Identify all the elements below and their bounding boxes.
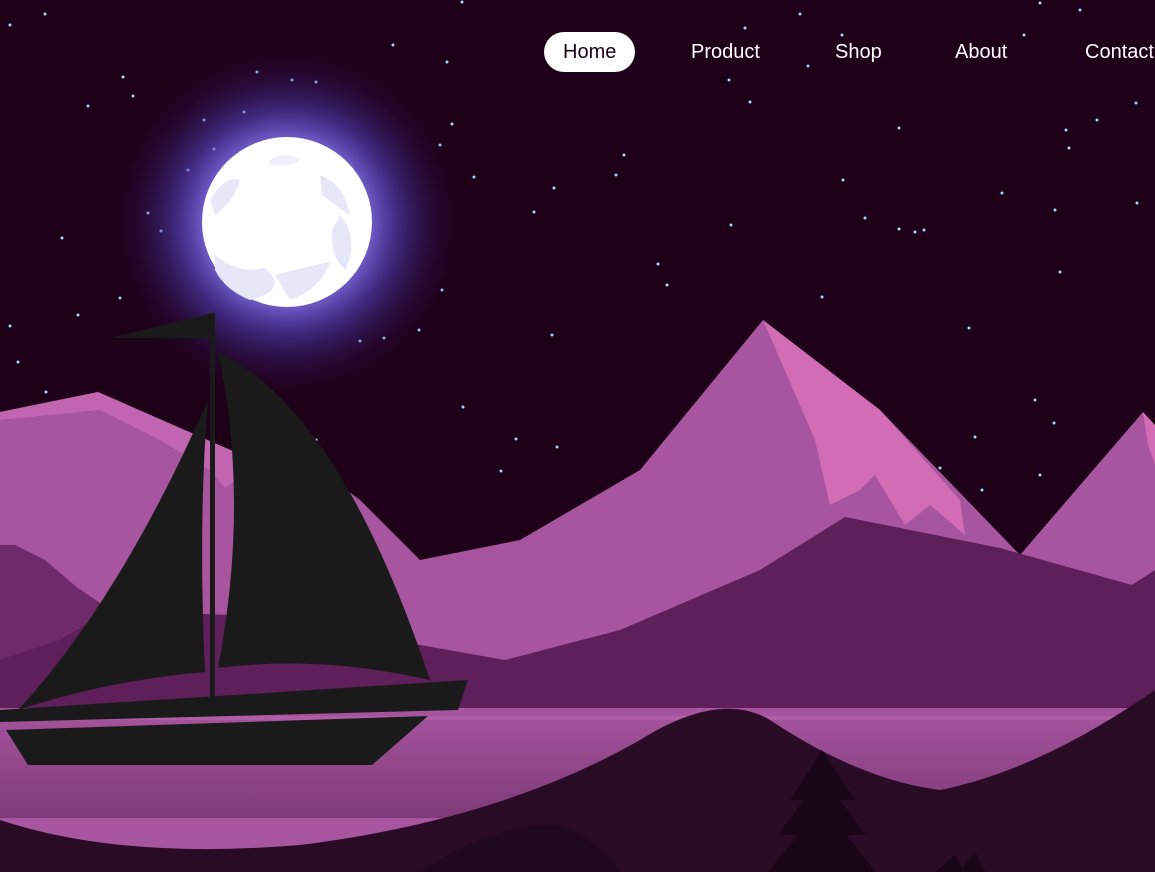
star	[897, 227, 901, 231]
star	[1033, 398, 1037, 402]
moon-icon	[202, 137, 372, 307]
star	[622, 153, 626, 157]
star	[1095, 118, 1099, 122]
star	[973, 435, 977, 439]
star	[897, 126, 901, 130]
star	[820, 295, 824, 299]
nav-product-link[interactable]: Product	[691, 32, 760, 72]
star	[922, 228, 926, 232]
star	[729, 223, 733, 227]
star	[550, 333, 554, 337]
star	[1078, 8, 1082, 12]
star	[44, 390, 48, 394]
star	[86, 104, 90, 108]
nav-shop-link[interactable]: Shop	[835, 32, 882, 72]
star	[1134, 101, 1138, 105]
star	[1000, 191, 1004, 195]
star	[514, 437, 518, 441]
star	[555, 445, 559, 449]
landscape-illustration	[0, 0, 1155, 872]
star	[665, 283, 669, 287]
star	[461, 405, 465, 409]
star	[8, 324, 12, 328]
star	[727, 78, 731, 82]
star	[460, 0, 464, 4]
star	[450, 122, 454, 126]
star	[1064, 128, 1068, 132]
star	[16, 360, 20, 364]
star	[980, 488, 984, 492]
star	[121, 75, 125, 79]
star	[532, 210, 536, 214]
star	[798, 12, 802, 16]
night-landscape-scene: Nature Home Product Shop About Contact	[0, 0, 1155, 872]
star	[1052, 421, 1056, 425]
star	[1053, 208, 1057, 212]
star	[8, 23, 12, 27]
star	[43, 12, 47, 16]
star	[614, 173, 618, 177]
star	[743, 26, 747, 30]
star	[656, 262, 660, 266]
star	[748, 100, 752, 104]
nav-contact-link[interactable]: Contact	[1085, 32, 1154, 72]
star	[863, 216, 867, 220]
star	[1067, 146, 1071, 150]
star	[1135, 201, 1139, 205]
star	[472, 175, 476, 179]
star	[499, 469, 503, 473]
star	[1038, 473, 1042, 477]
top-navigation: Home Product Shop About Contact	[0, 32, 1155, 72]
star	[1038, 1, 1042, 5]
star	[967, 326, 971, 330]
nav-about-link[interactable]: About	[955, 32, 1007, 72]
star	[76, 313, 80, 317]
star	[841, 178, 845, 182]
star	[131, 94, 135, 98]
star	[60, 236, 64, 240]
star	[552, 186, 556, 190]
nav-home-link[interactable]: Home	[544, 32, 636, 72]
star	[913, 230, 917, 234]
star	[938, 466, 942, 470]
star	[1058, 270, 1062, 274]
